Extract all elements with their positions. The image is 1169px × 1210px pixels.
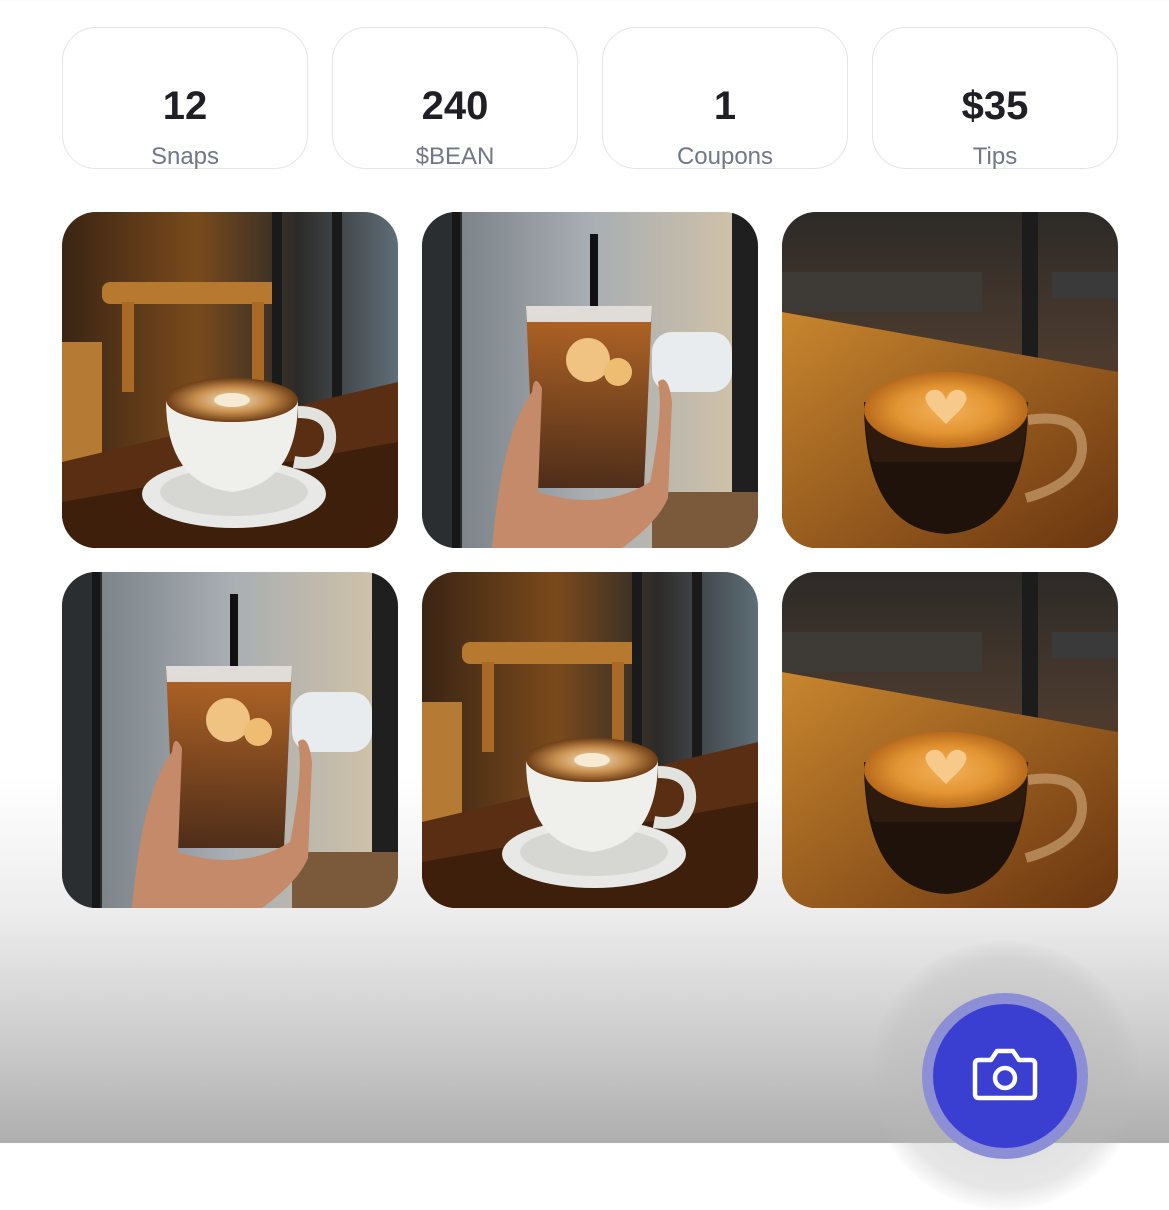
stat-value: 240 xyxy=(421,84,489,128)
stat-value: 1 xyxy=(713,84,737,128)
photo-iced-coffee[interactable] xyxy=(422,212,758,548)
camera-icon xyxy=(971,1046,1039,1107)
camera-button[interactable] xyxy=(933,1004,1077,1148)
stat-card-tips[interactable]: $35 Tips xyxy=(872,27,1118,170)
stat-label: $BEAN xyxy=(415,143,495,170)
stat-label: Snaps xyxy=(150,143,220,170)
photo-latte[interactable] xyxy=(422,572,758,908)
stat-label: Tips xyxy=(972,143,1018,170)
stat-value: $35 xyxy=(961,84,1029,128)
stat-card-bean[interactable]: 240 $BEAN xyxy=(332,27,578,170)
stats-row: 12 Snaps 240 $BEAN 1 Coupons $35 Tips xyxy=(62,27,1118,170)
stat-card-coupons[interactable]: 1 Coupons xyxy=(602,27,848,170)
stat-value: 12 xyxy=(162,84,208,128)
photo-iced-coffee[interactable] xyxy=(62,572,398,908)
stat-label: Coupons xyxy=(676,143,774,170)
stat-card-snaps[interactable]: 12 Snaps xyxy=(62,27,308,170)
photo-espresso[interactable] xyxy=(782,212,1118,548)
photo-latte[interactable] xyxy=(62,212,398,548)
photo-espresso[interactable] xyxy=(782,572,1118,908)
